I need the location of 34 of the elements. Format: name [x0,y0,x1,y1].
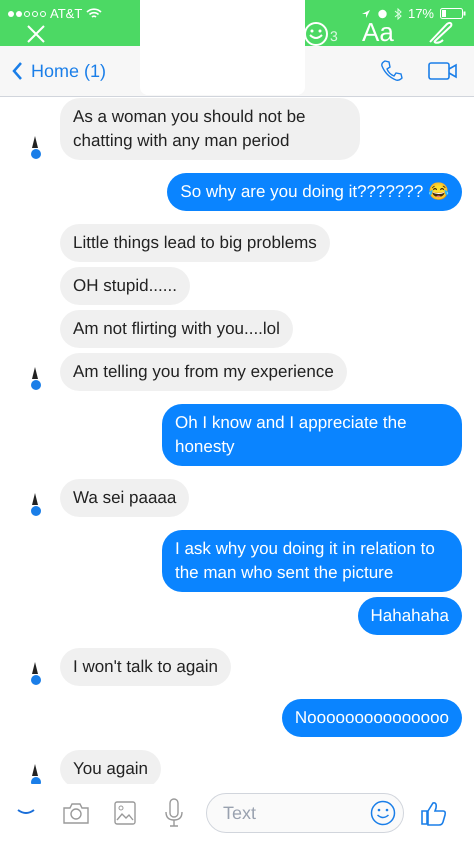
video-icon[interactable] [428,61,458,81]
message-bubble: You again [60,750,162,784]
close-icon[interactable] [26,24,46,44]
back-button[interactable]: Home (1) [12,58,106,84]
message-bubble: I ask why you doing it in relation to the man who sent the picture [162,530,462,592]
message-bubble: Am not flirting with you....lol [60,310,293,348]
bluetooth-icon [394,8,402,20]
battery-icon [440,8,466,20]
microphone-icon[interactable] [164,798,184,828]
draw-icon[interactable] [427,20,455,46]
signal-icon [8,10,46,17]
emoji-icon[interactable] [370,800,396,826]
chevron-icon [12,62,23,80]
message-bubble: I won't talk to again [60,648,231,686]
phone-icon[interactable] [380,59,404,83]
wifi-icon [86,8,102,20]
message-bubble: OH stupid...... [60,267,190,305]
carrier-name: AT&T [50,5,82,23]
message-bubble: Oh I know and I appreciate the honesty [162,404,462,466]
message-field[interactable]: Text [206,793,404,833]
battery-percent: 17% [408,5,434,23]
sticker-count: 3 [330,27,338,46]
camera-icon[interactable] [62,801,90,825]
location-icon [360,8,371,19]
message-bubble: So why are you doing it??????? 😂 [167,173,462,211]
image-icon[interactable] [114,801,136,825]
like-icon[interactable] [420,800,448,826]
message-bubble: Hahahaha [358,597,462,635]
smiley-icon[interactable] [303,21,329,47]
message-bubble: Nooooooooooooooo [282,699,462,737]
message-bubble: Little things lead to big problems [60,224,330,262]
message-bubble: Am telling you from my experience [60,353,347,391]
message-bubble: As a woman you should not be chatting with any man period [60,98,360,160]
message-bubble: Wa sei paaaa [60,479,190,517]
